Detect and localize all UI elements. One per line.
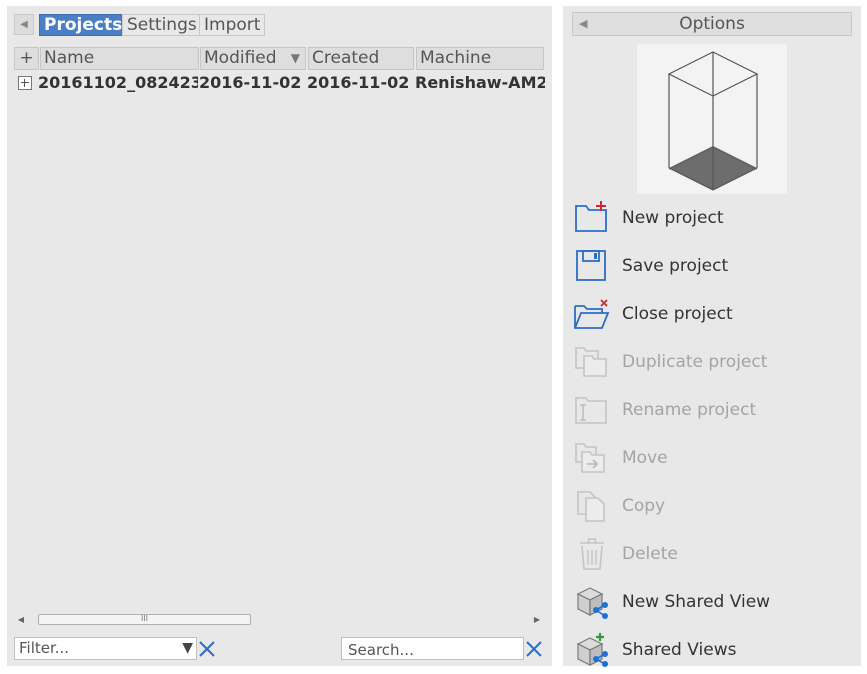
copy-label: Copy: [622, 496, 666, 516]
horizontal-scrollbar[interactable]: ◀ III ▶: [14, 612, 544, 627]
scrollbar-thumb[interactable]: III: [38, 614, 251, 625]
scroll-right-arrow-icon[interactable]: ▶: [530, 612, 544, 627]
search-placeholder: Search...: [348, 641, 414, 659]
close-project-button[interactable]: Close project: [572, 294, 852, 334]
move-label: Move: [622, 448, 668, 468]
shared-views-icon: [576, 633, 608, 667]
cell-machine: Renishaw-AM25: [415, 73, 545, 92]
build-volume-preview: [637, 44, 787, 194]
rename-icon: [575, 397, 607, 424]
delete-button[interactable]: Delete: [572, 534, 852, 574]
expand-all-header[interactable]: +: [14, 47, 39, 70]
column-header-name[interactable]: Name: [40, 47, 199, 70]
new-project-icon: [575, 201, 607, 232]
filter-combobox[interactable]: Filter... ▼: [14, 637, 197, 660]
copy-icon: [577, 491, 605, 522]
scroll-left-arrow-icon[interactable]: ◀: [14, 612, 28, 627]
rename-project-button[interactable]: Rename project: [572, 390, 852, 430]
copy-button[interactable]: Copy: [572, 486, 852, 526]
search-input[interactable]: Search...: [341, 637, 524, 660]
options-header[interactable]: ◀ Options: [572, 12, 852, 36]
delete-label: Delete: [622, 544, 678, 564]
scrollbar-track[interactable]: III: [30, 614, 530, 625]
build-volume-icon: [667, 51, 759, 191]
collapse-arrow-icon[interactable]: ◀: [579, 13, 587, 35]
chevron-down-icon[interactable]: ▼: [182, 638, 193, 659]
cell-name: 20161102_082423: [38, 73, 198, 92]
column-header-modified-label: Modified: [204, 48, 277, 68]
new-project-label: New project: [622, 208, 724, 228]
sort-descending-icon: ▼: [290, 51, 300, 65]
column-header-modified[interactable]: Modified ▼: [200, 47, 306, 70]
cell-modified: 2016-11-02: [199, 73, 302, 92]
close-project-label: Close project: [622, 304, 733, 324]
new-shared-view-button[interactable]: New Shared View: [572, 582, 852, 622]
tab-import[interactable]: Import: [199, 14, 266, 36]
rename-project-label: Rename project: [622, 400, 757, 420]
new-shared-view-label: New Shared View: [622, 592, 771, 612]
column-header-created[interactable]: Created: [308, 47, 414, 70]
tab-scroll-left-button[interactable]: ◀: [14, 14, 34, 35]
shared-views-label: Shared Views: [622, 640, 737, 660]
options-title: Options: [679, 14, 745, 34]
duplicate-project-label: Duplicate project: [622, 352, 768, 372]
save-project-button[interactable]: Save project: [572, 246, 852, 286]
save-icon: [576, 250, 606, 281]
column-header-machine[interactable]: Machine: [416, 47, 544, 70]
cell-created: 2016-11-02: [307, 73, 410, 92]
clear-filter-icon[interactable]: [197, 639, 217, 659]
new-project-button[interactable]: New project: [572, 198, 852, 238]
close-project-icon: [574, 299, 610, 329]
options-panel: ◀ Options New project Save project Close…: [563, 6, 861, 667]
move-button[interactable]: Move: [572, 438, 852, 478]
tab-projects[interactable]: Projects: [39, 14, 128, 36]
new-shared-view-icon: [576, 587, 608, 619]
trash-icon: [580, 538, 604, 570]
tab-settings[interactable]: Settings: [122, 14, 202, 36]
expand-row-icon[interactable]: [18, 76, 32, 90]
move-icon: [575, 443, 605, 473]
projects-panel: ◀ Projects Settings Import + Name Modifi…: [7, 6, 552, 666]
shared-views-button[interactable]: Shared Views: [572, 630, 852, 670]
save-project-label: Save project: [622, 256, 729, 276]
duplicate-icon: [575, 347, 607, 377]
clear-search-icon[interactable]: [524, 639, 544, 659]
filter-placeholder: Filter...: [19, 639, 70, 657]
duplicate-project-button[interactable]: Duplicate project: [572, 342, 852, 382]
